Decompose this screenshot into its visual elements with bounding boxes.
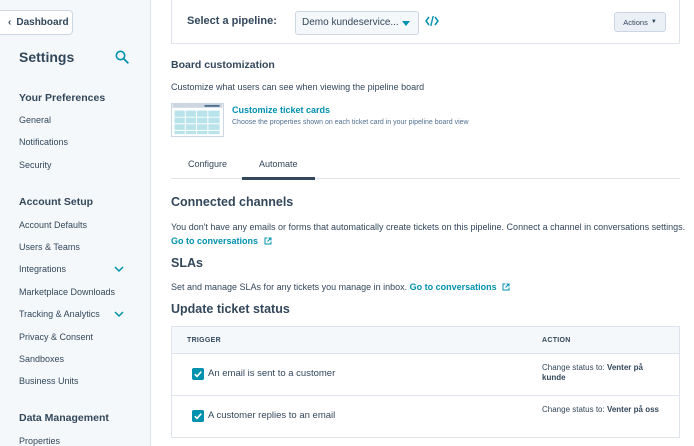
search-icon[interactable] (115, 50, 129, 64)
actions-button-label: Actions (623, 17, 648, 27)
chevron-down-icon[interactable] (114, 311, 124, 318)
pipeline-selected-value: Demo kundeservice... (302, 17, 399, 28)
sidebar-item-marketplace-downloads[interactable]: Marketplace Downloads (19, 287, 115, 297)
sidebar-item-notifications[interactable]: Notifications (19, 137, 68, 147)
action-prefix: Change status to: (542, 363, 605, 372)
sidebar-item-users-teams[interactable]: Users & Teams (19, 242, 80, 252)
dashboard-button-label: Dashboard (16, 17, 69, 28)
external-link-icon (264, 237, 272, 245)
action-label: Change status to: Venter på oss (542, 405, 667, 415)
tab-configure[interactable]: Configure (188, 159, 227, 169)
action-prefix: Change status to: (542, 405, 605, 414)
checkbox-checked-icon[interactable] (192, 410, 204, 422)
sidebar-item-account-defaults[interactable]: Account Defaults (19, 220, 87, 230)
sidebar-item-privacy-consent[interactable]: Privacy & Consent (19, 332, 93, 342)
active-tab-indicator (242, 177, 315, 180)
trigger-label: An email is sent to a customer (208, 368, 336, 379)
action-status-value: Venter på oss (606, 405, 659, 414)
tab-automate[interactable]: Automate (259, 159, 298, 169)
slas-heading: SLAs (171, 256, 203, 270)
pipeline-selector-card: Select a pipeline: Demo kundeservice... … (171, 0, 680, 44)
sidebar-item-general[interactable]: General (19, 115, 51, 125)
settings-sidebar: ‹ Dashboard Settings Your Preferences Ge… (0, 0, 151, 446)
go-to-conversations-link[interactable]: Go to conversations (410, 282, 497, 292)
code-icon[interactable] (425, 15, 439, 27)
sidebar-item-security[interactable]: Security (19, 160, 52, 170)
sidebar-item-business-units[interactable]: Business Units (19, 376, 79, 386)
customize-ticket-cards-description: Choose the properties shown on each tick… (232, 119, 469, 126)
caret-down-icon (402, 21, 410, 26)
connected-channels-heading: Connected channels (171, 195, 294, 209)
column-header-action: ACTION (542, 337, 571, 344)
chevron-left-icon: ‹ (8, 17, 12, 28)
column-header-trigger: TRIGGER (187, 337, 221, 344)
connected-channels-text: You don't have any emails or forms that … (171, 222, 686, 232)
slas-text: Set and manage SLAs for any tickets you … (171, 282, 408, 292)
pipeline-label: Select a pipeline: (187, 15, 277, 27)
action-label: Change status to: Venter på kunde (542, 363, 667, 384)
dashboard-button[interactable]: ‹ Dashboard (0, 10, 73, 35)
section-heading-data-management: Data Management (19, 412, 109, 424)
go-to-conversations-link[interactable]: Go to conversations (171, 236, 258, 246)
table-row: A customer replies to an email Change st… (172, 396, 679, 438)
pipeline-dropdown[interactable]: Demo kundeservice... (295, 11, 419, 35)
ticket-cards-thumbnail (171, 103, 224, 137)
sidebar-item-tracking-analytics[interactable]: Tracking & Analytics (19, 309, 100, 319)
actions-button[interactable]: Actions ▼ (614, 12, 666, 32)
section-heading-preferences: Your Preferences (19, 92, 106, 104)
slas-text-row: Set and manage SLAs for any tickets you … (171, 282, 510, 292)
caret-down-icon: ▼ (650, 19, 657, 25)
chevron-down-icon[interactable] (114, 266, 124, 273)
board-customization-heading: Board customization (171, 59, 275, 71)
trigger-label: A customer replies to an email (208, 410, 336, 421)
update-ticket-status-heading: Update ticket status (171, 302, 290, 316)
external-link-icon (502, 283, 510, 291)
sidebar-item-sandboxes[interactable]: Sandboxes (19, 354, 64, 364)
sidebar-item-integrations[interactable]: Integrations (19, 264, 66, 274)
sidebar-item-properties[interactable]: Properties (19, 436, 60, 446)
ticket-status-table: TRIGGER ACTION An email is sent to a cus… (171, 326, 680, 438)
customize-ticket-cards-link[interactable]: Customize ticket cards (232, 105, 330, 115)
table-header: TRIGGER ACTION (172, 327, 679, 354)
connected-channels-link-row: Go to conversations (171, 236, 272, 246)
board-customization-description: Customize what users can see when viewin… (171, 82, 425, 92)
checkbox-checked-icon[interactable] (192, 368, 204, 380)
settings-title: Settings (19, 49, 75, 65)
section-heading-account-setup: Account Setup (19, 196, 94, 208)
table-row: An email is sent to a customer Change st… (172, 354, 679, 396)
